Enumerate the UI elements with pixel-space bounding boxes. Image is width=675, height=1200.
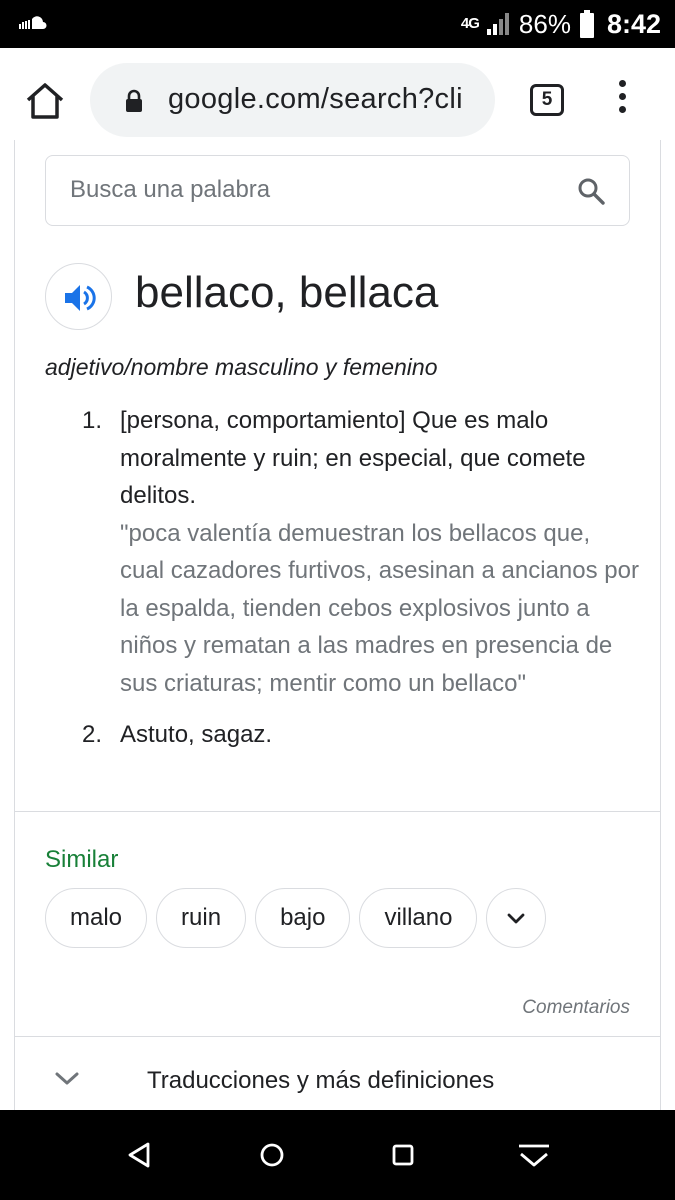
- home-icon[interactable]: [22, 78, 68, 124]
- network-type: 4G: [460, 15, 480, 32]
- headword: bellaco, bellaca: [135, 268, 439, 317]
- definition-list: 1. [persona, comportamiento] Que es malo…: [80, 402, 640, 754]
- clock: 8:42: [606, 8, 661, 39]
- word-search-input[interactable]: Busca una palabra: [45, 155, 630, 226]
- soundcloud-icon: [19, 16, 47, 29]
- browser-toolbar: google.com/search?cli 5: [0, 48, 675, 152]
- speaker-icon: [65, 285, 96, 311]
- home-circle-icon[interactable]: [259, 1142, 285, 1168]
- search-placeholder: Busca una palabra: [70, 176, 271, 203]
- similar-words: malo ruin bajo villano: [45, 888, 555, 948]
- pronunciation-button[interactable]: [45, 263, 112, 330]
- more-definitions-expander[interactable]: Traducciones y más definiciones: [14, 1037, 661, 1110]
- lock-icon: [126, 89, 142, 112]
- recents-icon[interactable]: [391, 1143, 415, 1167]
- battery-percent: 86%: [518, 8, 571, 39]
- tab-switcher-button[interactable]: 5: [530, 84, 564, 116]
- section-divider: [14, 811, 661, 812]
- overflow-menu-icon[interactable]: [610, 80, 634, 122]
- definition-text: Astuto, sagaz.: [120, 721, 273, 748]
- battery-icon: [579, 10, 594, 38]
- chevron-down-icon: [508, 913, 525, 924]
- definition-item: 2. Astuto, sagaz.: [80, 716, 640, 754]
- more-similar-button[interactable]: [486, 888, 547, 948]
- feedback-link[interactable]: Comentarios: [522, 997, 630, 1019]
- address-bar[interactable]: google.com/search?cli: [90, 63, 495, 137]
- part-of-speech: adjetivo/nombre masculino y femenino: [45, 354, 438, 380]
- signal-icon: [486, 13, 509, 35]
- similar-word-chip[interactable]: villano: [359, 888, 478, 948]
- definition-number: 2.: [82, 721, 103, 748]
- chevron-down-icon: [55, 1072, 79, 1085]
- definition-example: "poca valentía demuestran los bellacos q…: [120, 519, 639, 697]
- status-bar: 4G 86% 8:42: [0, 0, 675, 48]
- hide-keyboard-icon[interactable]: [517, 1143, 551, 1169]
- similar-word-chip[interactable]: malo: [45, 888, 148, 948]
- url-text: google.com/search?cli: [168, 83, 463, 115]
- more-definitions-label: Traducciones y más definiciones: [147, 1067, 495, 1094]
- definition-item: 1. [persona, comportamiento] Que es malo…: [80, 402, 640, 702]
- similar-word-chip[interactable]: bajo: [255, 888, 351, 948]
- definition-text: [persona, comportamiento] Que es malo mo…: [120, 407, 586, 509]
- similar-word-chip[interactable]: ruin: [156, 888, 247, 948]
- definition-number: 1.: [82, 407, 103, 434]
- search-icon[interactable]: [577, 177, 605, 205]
- system-nav-bar: [0, 1110, 675, 1200]
- back-icon[interactable]: [126, 1141, 154, 1169]
- similar-heading: Similar: [45, 846, 119, 873]
